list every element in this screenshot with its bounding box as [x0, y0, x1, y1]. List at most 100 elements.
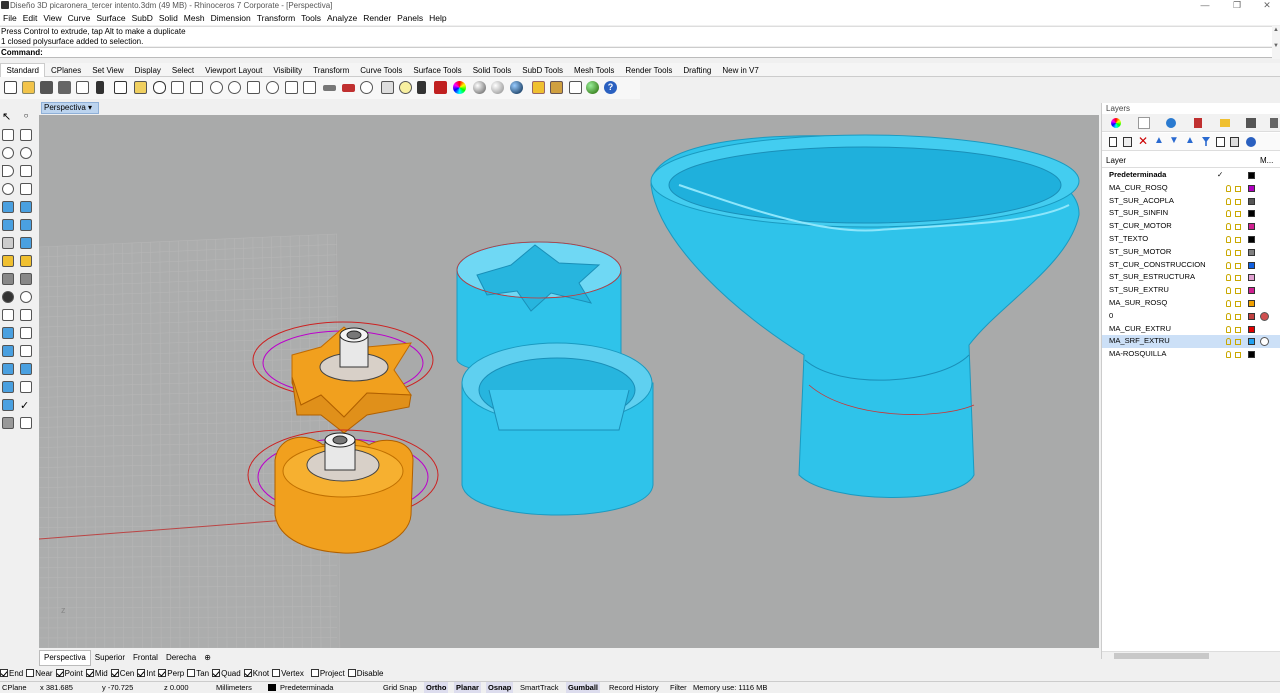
menu-render[interactable]: Render	[360, 12, 394, 25]
layer-visible-bulb-icon[interactable]	[1226, 210, 1231, 217]
layer-row[interactable]: 0	[1102, 310, 1280, 323]
osnap-knot[interactable]: Knot	[244, 668, 269, 680]
minimize-button[interactable]: —	[1190, 0, 1220, 11]
delete-layer-icon[interactable]: ✕	[1138, 134, 1148, 148]
layer-row[interactable]: Predeterminada✓	[1102, 169, 1280, 182]
layer-name[interactable]: ST_CUR_MOTOR	[1109, 220, 1172, 233]
layer-name[interactable]: MA_CUR_ROSQ	[1109, 182, 1168, 195]
layer-name[interactable]: Predeterminada	[1109, 169, 1166, 182]
circle-icon[interactable]	[2, 147, 14, 159]
mirror-icon[interactable]	[20, 327, 32, 339]
osnap-vertex[interactable]: Vertex	[272, 668, 304, 680]
scroll-up-icon[interactable]: ▲	[1272, 26, 1280, 34]
save-icon[interactable]	[40, 81, 53, 94]
menu-solid[interactable]: Solid	[156, 12, 181, 25]
layer-name[interactable]: ST_SUR_ACOPLA	[1109, 195, 1174, 208]
layer-visible-bulb-icon[interactable]	[1226, 274, 1231, 281]
osnap-near[interactable]: Near	[26, 668, 52, 680]
osnap-checkbox[interactable]	[158, 669, 166, 677]
layers-help-icon[interactable]	[1246, 137, 1256, 147]
layer-lock-icon[interactable]	[1235, 314, 1241, 320]
solid-tools-icon[interactable]	[2, 363, 14, 375]
layer-list-scrollbar[interactable]	[1102, 651, 1280, 660]
layer-visible-bulb-icon[interactable]	[1226, 351, 1231, 358]
layer-name[interactable]: ST_CUR_CONSTRUCCION	[1109, 259, 1206, 272]
menu-tools[interactable]: Tools	[298, 12, 324, 25]
osnap-quad[interactable]: Quad	[212, 668, 241, 680]
layer-color-swatch[interactable]	[1248, 210, 1255, 217]
curve-icon[interactable]	[20, 129, 32, 141]
layer-row[interactable]: MA_SUR_ROSQ	[1102, 297, 1280, 310]
layer-row[interactable]: MA_CUR_ROSQ	[1102, 182, 1280, 195]
layer-name[interactable]: MA_CUR_EXTRU	[1109, 323, 1171, 336]
tab-set-view[interactable]: Set View	[87, 64, 129, 78]
osnap-checkbox[interactable]	[311, 669, 319, 677]
loft-icon[interactable]	[20, 201, 32, 213]
gear-socket-cylinder[interactable]	[462, 343, 653, 515]
osnap-mid[interactable]: Mid	[86, 668, 108, 680]
layer-color-swatch[interactable]	[1248, 223, 1255, 230]
trim-icon[interactable]	[2, 255, 14, 267]
funnel-hopper[interactable]	[651, 135, 1079, 498]
lock-icon[interactable]	[417, 81, 426, 94]
layer-color-swatch[interactable]	[1248, 313, 1255, 320]
smarttrack-toggle[interactable]: SmartTrack	[520, 682, 558, 693]
menu-subd[interactable]: SubD	[129, 12, 156, 25]
layer-color-swatch[interactable]	[1248, 351, 1255, 358]
layer-color-swatch[interactable]	[1248, 262, 1255, 269]
layer-color-swatch[interactable]	[1248, 274, 1255, 281]
layer-row[interactable]: ST_SUR_MOTOR	[1102, 246, 1280, 259]
mesh-icon[interactable]	[2, 237, 14, 249]
layer-color-swatch[interactable]	[1248, 236, 1255, 243]
tab-surface-tools[interactable]: Surface Tools	[408, 64, 467, 78]
layer-color-swatch[interactable]	[1248, 338, 1255, 345]
close-button[interactable]: ✕	[1252, 0, 1280, 11]
paste-icon[interactable]	[134, 81, 147, 94]
tab-curve-tools[interactable]: Curve Tools	[355, 64, 408, 78]
menu-curve[interactable]: Curve	[65, 12, 94, 25]
help-icon[interactable]: ?	[604, 81, 617, 94]
grid-icon[interactable]	[20, 381, 32, 393]
menu-file[interactable]: File	[0, 12, 20, 25]
zoom-icon[interactable]	[210, 81, 223, 94]
layer-color-swatch[interactable]	[1248, 198, 1255, 205]
zoom-selected-icon[interactable]	[266, 81, 279, 94]
split-icon[interactable]	[20, 255, 32, 267]
options-gear-icon[interactable]	[550, 81, 563, 94]
layer-row[interactable]: MA_SRF_EXTRU	[1102, 335, 1280, 348]
folder-tab-icon[interactable]	[1220, 119, 1230, 127]
tab-solid-tools[interactable]: Solid Tools	[467, 64, 517, 78]
fillet-curve-icon[interactable]	[20, 183, 32, 195]
osnap-checkbox[interactable]	[244, 669, 252, 677]
osnap-tan[interactable]: Tan	[187, 668, 209, 680]
layer-row[interactable]: ST_CUR_MOTOR	[1102, 220, 1280, 233]
osnap-int[interactable]: Int	[137, 668, 155, 680]
arc-icon[interactable]	[2, 165, 14, 177]
undo-view-icon[interactable]	[285, 81, 298, 94]
menu-transform[interactable]: Transform	[254, 12, 298, 25]
layer-visible-bulb-icon[interactable]	[1226, 223, 1231, 230]
rectangle-icon[interactable]	[20, 165, 32, 177]
move-down-icon[interactable]: ▼	[1169, 135, 1179, 146]
help-tab-icon[interactable]	[1246, 118, 1256, 128]
menu-analyze[interactable]: Analyze	[324, 12, 360, 25]
record-history-toggle[interactable]: Record History	[609, 682, 659, 693]
layer-name[interactable]: ST_SUR_MOTOR	[1109, 246, 1171, 259]
layer-lock-icon[interactable]	[1235, 352, 1241, 358]
menu-surface[interactable]: Surface	[93, 12, 128, 25]
command-line[interactable]: Command:	[0, 47, 1272, 58]
layer-visible-bulb-icon[interactable]	[1226, 185, 1231, 192]
extrude-icon[interactable]	[20, 219, 32, 231]
layer-row[interactable]: ST_TEXTO	[1102, 233, 1280, 246]
move-to-parent-icon[interactable]: ▲	[1185, 135, 1195, 146]
layer-lock-icon[interactable]	[1235, 288, 1241, 294]
osnap-cen[interactable]: Cen	[111, 668, 135, 680]
tab-render-tools[interactable]: Render Tools	[620, 64, 678, 78]
tab-standard[interactable]: Standard	[0, 63, 45, 78]
menu-help[interactable]: Help	[426, 12, 449, 25]
rendered-sphere-icon[interactable]	[491, 81, 504, 94]
tab-perspectiva[interactable]: Perspectiva	[39, 650, 91, 666]
osnap-checkbox[interactable]	[111, 669, 119, 677]
layer-visible-bulb-icon[interactable]	[1226, 300, 1231, 307]
osnap-checkbox[interactable]	[272, 669, 280, 677]
